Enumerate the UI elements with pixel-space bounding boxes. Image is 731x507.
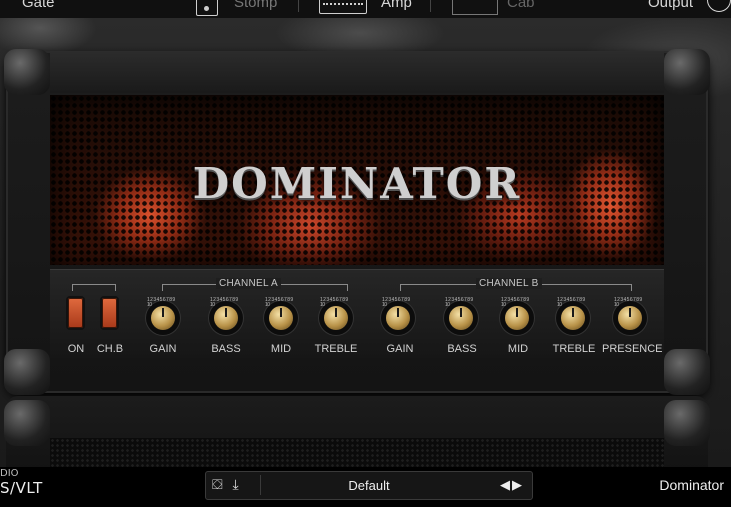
brand-logo: DIO S/VLT — [0, 468, 43, 498]
knob-scale: 1 2 3 4 5 6 7 8 9 10 — [320, 297, 348, 308]
preset-selector: ⛋ ⤓ Default ◀▶ — [205, 471, 533, 500]
channel-a-treble-label: TREBLE — [314, 343, 358, 355]
channel-b-gain-knob[interactable] — [386, 306, 410, 330]
footer-bar: DIO S/VLT ⛋ ⤓ Default ◀▶ Dominator — [0, 467, 731, 507]
channel-a-title: CHANNEL A — [216, 278, 282, 289]
amp-head: DOMINATOR ON CH.B CHANNEL A CHANNEL B GA… — [4, 49, 710, 395]
channel-b-title: CHANNEL B — [476, 278, 542, 289]
knob-scale: 1 2 3 4 5 6 7 8 9 10 — [557, 297, 585, 308]
nav-cab[interactable]: Cab — [507, 0, 535, 11]
channel-a-gain-knob[interactable] — [151, 306, 175, 330]
module-nav: Gate Stomp Amp Cab Output — [0, 0, 731, 18]
corner-protector — [664, 349, 710, 395]
stomp-icon[interactable] — [196, 0, 218, 16]
plugin-name: Dominator — [659, 477, 724, 493]
knob-scale: 1 2 3 4 5 6 7 8 9 10 — [147, 297, 175, 308]
chb-label: CH.B — [96, 343, 124, 355]
channel-a-bass-label: BASS — [211, 343, 241, 355]
amp-logo: DOMINATOR — [192, 159, 522, 208]
amp-top-rail — [50, 51, 664, 93]
knob-scale: 1 2 3 4 5 6 7 8 9 10 — [614, 297, 642, 308]
prev-arrow-icon[interactable]: ◀ — [500, 477, 512, 492]
channel-a-treble-knob[interactable] — [324, 306, 348, 330]
channel-a-mid-knob[interactable] — [269, 306, 293, 330]
channel-a-bass-knob[interactable] — [214, 306, 238, 330]
on-switch[interactable] — [68, 298, 83, 328]
corner-protector — [664, 400, 710, 446]
channel-b-treble-label: TREBLE — [552, 343, 596, 355]
brand-line-1: DIO — [0, 468, 19, 479]
knob-scale: 1 2 3 4 5 6 7 8 9 10 — [210, 297, 238, 308]
knob-scale: 1 2 3 4 5 6 7 8 9 10 — [445, 297, 473, 308]
channel-b-presence-label: PRESENCE — [602, 343, 663, 355]
channel-b-mid-knob[interactable] — [505, 306, 529, 330]
channel-b-bass-knob[interactable] — [449, 306, 473, 330]
nav-gate[interactable]: Gate — [22, 0, 55, 11]
nav-amp[interactable]: Amp — [381, 0, 412, 11]
channel-b-treble-knob[interactable] — [561, 306, 585, 330]
speaker-cabinet — [4, 396, 710, 478]
nav-output[interactable]: Output — [648, 0, 693, 11]
control-panel: ON CH.B CHANNEL A CHANNEL B GAIN BASS MI… — [50, 269, 664, 358]
amp-icon[interactable] — [319, 0, 367, 14]
output-icon[interactable] — [707, 0, 731, 12]
corner-protector — [4, 400, 50, 446]
corner-protector — [4, 49, 50, 95]
channel-b-mid-label: MID — [507, 343, 529, 355]
channel-a-mid-label: MID — [270, 343, 292, 355]
knob-scale: 1 2 3 4 5 6 7 8 9 10 — [501, 297, 529, 308]
brand-line-2: S/VLT — [0, 479, 43, 497]
preset-name[interactable]: Default — [206, 478, 532, 493]
knob-scale: 1 2 3 4 5 6 7 8 9 10 — [382, 297, 410, 308]
corner-protector — [4, 349, 50, 395]
tube-grille: DOMINATOR — [50, 95, 664, 265]
switch-bracket — [72, 284, 116, 291]
next-arrow-icon[interactable]: ▶ — [512, 477, 524, 492]
corner-protector — [664, 49, 710, 95]
channel-a-gain-label: GAIN — [149, 343, 177, 355]
knob-scale: 1 2 3 4 5 6 7 8 9 10 — [265, 297, 293, 308]
chb-switch[interactable] — [102, 298, 117, 328]
cab-icon[interactable] — [452, 0, 498, 15]
channel-b-bass-label: BASS — [447, 343, 477, 355]
channel-b-presence-knob[interactable] — [618, 306, 642, 330]
channel-b-gain-label: GAIN — [386, 343, 414, 355]
nav-stomp[interactable]: Stomp — [234, 0, 277, 11]
